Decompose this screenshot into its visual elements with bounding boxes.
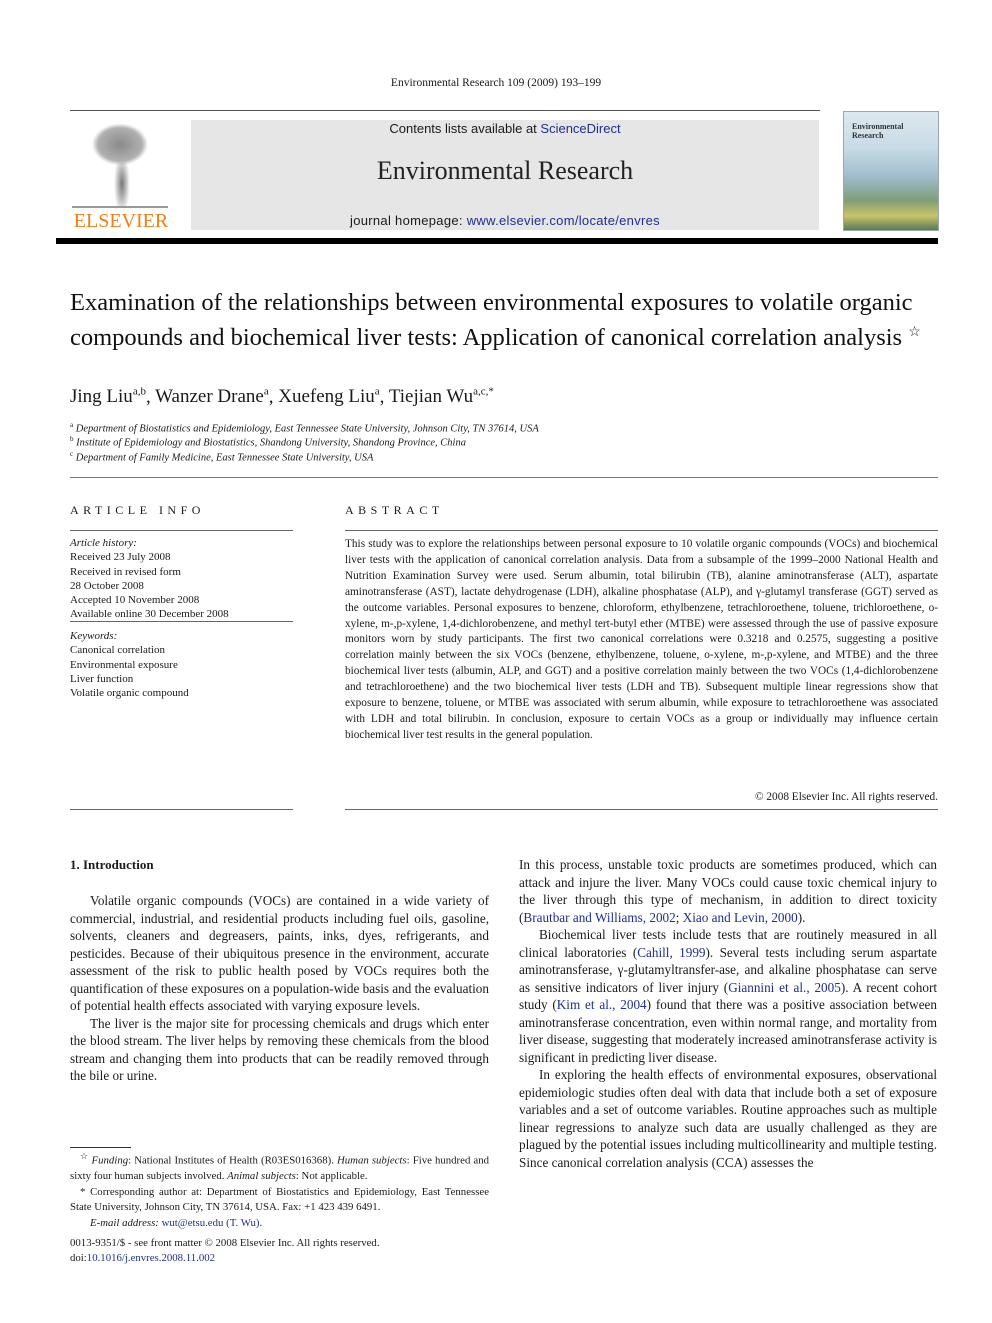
- journal-title: Environmental Research: [376, 156, 634, 185]
- citation-link[interactable]: Giannini et al., 2005: [728, 980, 841, 995]
- history-item: Received 23 July 2008: [70, 551, 171, 563]
- email-link[interactable]: wut@etsu.edu (T. Wu).: [162, 1217, 263, 1229]
- divider: [70, 621, 293, 622]
- top-rule: [70, 110, 820, 111]
- homepage-prefix: journal homepage:: [350, 213, 467, 228]
- article-info-heading: ARTICLE INFO: [70, 503, 205, 517]
- elsevier-wordmark: ELSEVIER: [73, 210, 169, 232]
- journal-homepage-link[interactable]: www.elsevier.com/locate/envres: [467, 213, 660, 228]
- header-thick-rule: [56, 238, 938, 244]
- keyword: Volatile organic compound: [70, 687, 189, 699]
- cover-title: Environmental Research: [852, 122, 904, 140]
- elsevier-logo[interactable]: ELSEVIER: [70, 118, 172, 232]
- abstract-heading: ABSTRACT: [345, 503, 444, 517]
- affiliation: a Department of Biostatistics and Epidem…: [70, 421, 539, 435]
- citation-link[interactable]: Brautbar and Williams, 2002: [523, 910, 675, 925]
- citation-link[interactable]: Xiao and Levin, 2000: [683, 910, 798, 925]
- keyword: Liver function: [70, 673, 134, 685]
- paragraph: Biochemical liver tests include tests th…: [519, 927, 937, 1065]
- front-matter: 0013-9351/$ - see front matter © 2008 El…: [70, 1236, 380, 1265]
- footnotes: ☆ Funding: National Institutes of Health…: [70, 1149, 489, 1231]
- star-icon: ☆: [80, 1151, 89, 1161]
- keywords-label: Keywords:: [70, 630, 118, 642]
- homepage-line: journal homepage: www.elsevier.com/locat…: [191, 213, 819, 228]
- citation-link[interactable]: Kim et al., 2004: [557, 997, 647, 1012]
- doi-link[interactable]: 10.1016/j.envres.2008.11.002: [87, 1252, 215, 1264]
- history-item: 28 October 2008: [70, 580, 144, 592]
- corresponding-author-footnote: * Corresponding author at: Department of…: [70, 1185, 489, 1214]
- divider: [70, 477, 938, 478]
- author[interactable]: Tiejian Wua,c,*: [389, 386, 494, 407]
- author[interactable]: Jing Liua,b: [70, 386, 146, 407]
- body-column-right: In this process, unstable toxic products…: [519, 856, 937, 1171]
- affiliation: c Department of Family Medicine, East Te…: [70, 450, 374, 464]
- doi-line: doi:10.1016/j.envres.2008.11.002: [70, 1251, 216, 1264]
- paragraph: Volatile organic compounds (VOCs) are co…: [70, 893, 489, 1013]
- contents-prefix: Contents lists available at: [389, 121, 541, 136]
- abstract-copyright: © 2008 Elsevier Inc. All rights reserved…: [754, 791, 938, 803]
- affiliation: b Institute of Epidemiology and Biostati…: [70, 435, 466, 449]
- contents-line: Contents lists available at ScienceDirec…: [191, 121, 819, 136]
- divider: [345, 530, 938, 531]
- keyword: Environmental exposure: [70, 659, 178, 671]
- divider: [70, 809, 293, 810]
- divider: [70, 530, 293, 531]
- journal-masthead: Contents lists available at ScienceDirec…: [191, 120, 819, 230]
- running-head: Environmental Research 109 (2009) 193–19…: [390, 77, 602, 89]
- journal-cover-thumbnail[interactable]: Environmental Research: [843, 111, 939, 231]
- footnote-rule: [70, 1147, 131, 1148]
- title-footnote-star-icon[interactable]: ☆: [908, 325, 921, 340]
- paragraph: The liver is the major site for processi…: [70, 1015, 489, 1084]
- section-heading-introduction: 1. Introduction: [70, 857, 154, 872]
- issn-line: 0013-9351/$ - see front matter © 2008 El…: [70, 1237, 380, 1249]
- body-column-left: Volatile organic compounds (VOCs) are co…: [70, 892, 489, 1085]
- article-history-label: Article history:: [70, 537, 137, 549]
- paragraph: In exploring the health effects of envir…: [519, 1067, 937, 1170]
- history-item: Accepted 10 November 2008: [70, 594, 200, 606]
- author[interactable]: Xuefeng Liua: [278, 386, 379, 407]
- history-item: Available online 30 December 2008: [70, 608, 229, 620]
- keyword: Canonical correlation: [70, 644, 165, 656]
- tree-icon: [72, 118, 168, 208]
- paragraph: In this process, unstable toxic products…: [519, 857, 937, 925]
- author-list: Jing Liua,b, Wanzer Dranea, Xuefeng Liua…: [70, 386, 494, 408]
- title-text: Examination of the relationships between…: [70, 289, 913, 351]
- funding-footnote: ☆ Funding: National Institutes of Health…: [70, 1151, 489, 1183]
- history-item: Received in revised form: [70, 566, 181, 578]
- sciencedirect-link[interactable]: ScienceDirect: [540, 121, 620, 136]
- abstract-text: This study was to explore the relationsh…: [345, 538, 938, 741]
- article-title: Examination of the relationships between…: [70, 288, 930, 352]
- divider: [345, 809, 938, 810]
- citation-link[interactable]: Cahill, 1999: [637, 945, 705, 960]
- author[interactable]: Wanzer Dranea: [155, 386, 269, 407]
- email-footnote: E-mail address: wut@etsu.edu (T. Wu).: [90, 1216, 263, 1229]
